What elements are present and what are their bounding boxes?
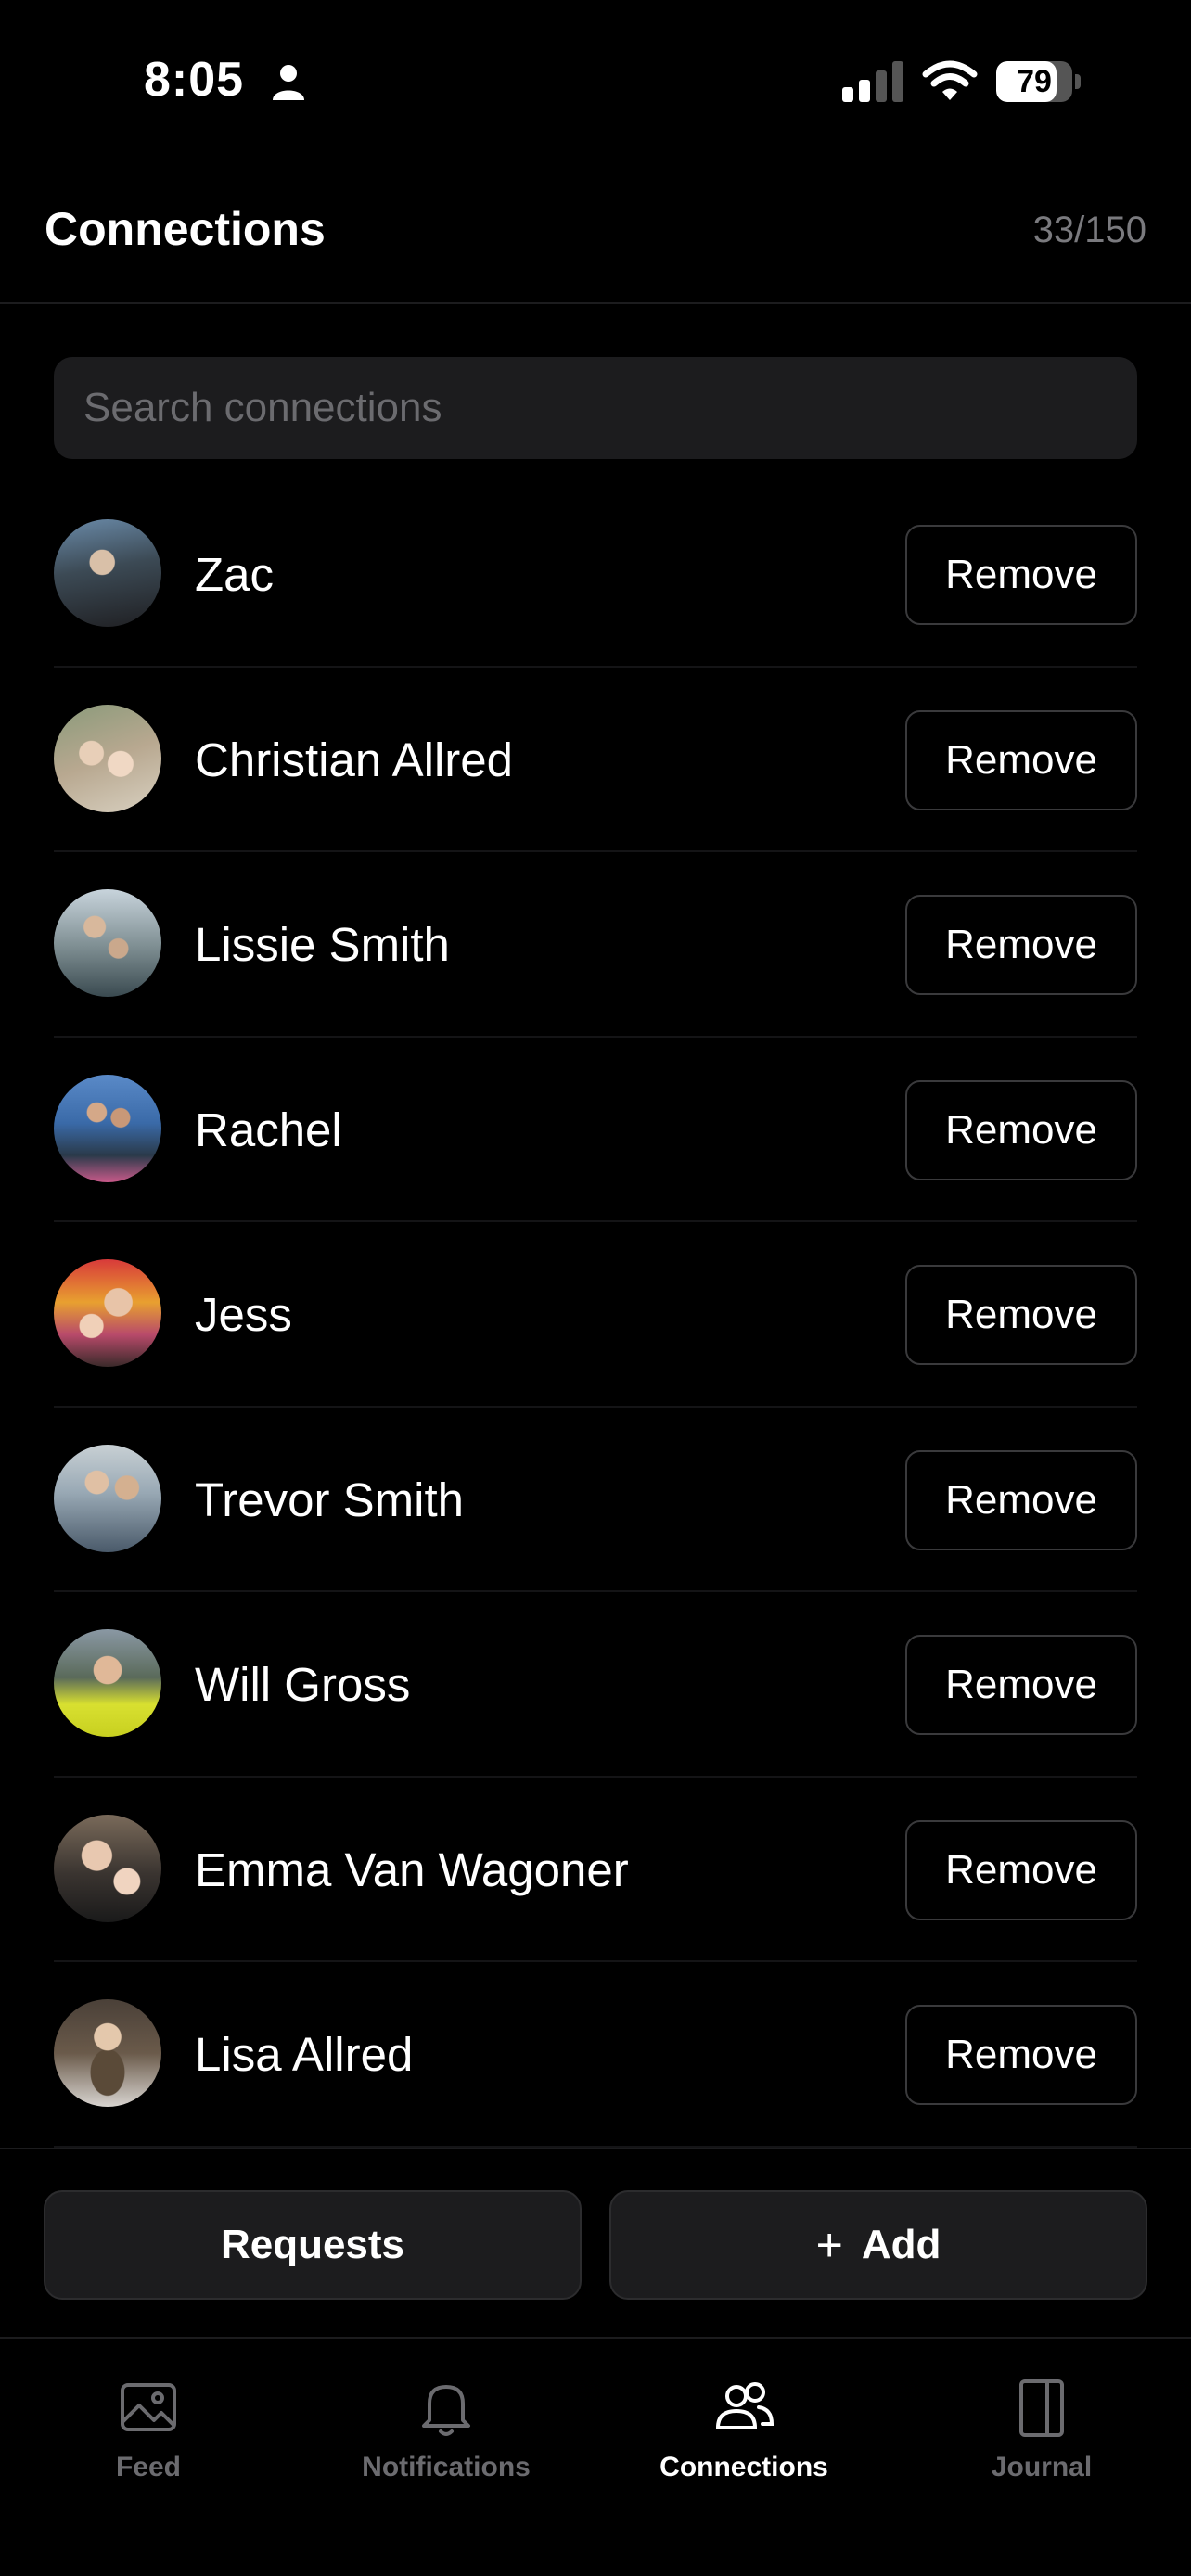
tab-label: Feed bbox=[115, 2452, 182, 2482]
journal-icon bbox=[1019, 2379, 1064, 2437]
search-input[interactable] bbox=[54, 357, 1137, 459]
remove-button[interactable]: Remove bbox=[905, 1265, 1137, 1365]
tab-label: Connections bbox=[660, 2452, 828, 2482]
tab-bar: Feed Notifications Connections Journal bbox=[0, 2337, 1191, 2576]
tab-journal[interactable]: Journal bbox=[921, 2374, 1162, 2513]
avatar[interactable] bbox=[54, 519, 161, 627]
avatar[interactable] bbox=[54, 704, 161, 812]
avatar[interactable] bbox=[54, 1629, 161, 1737]
header: Connections 33/150 bbox=[0, 176, 1191, 304]
connection-name[interactable]: Zac bbox=[195, 547, 274, 602]
connection-row: Emma Van Wagoner Remove bbox=[54, 1778, 1137, 1962]
connection-row: Jess Remove bbox=[54, 1222, 1137, 1408]
tab-label: Journal bbox=[991, 2452, 1093, 2482]
connection-name[interactable]: Will Gross bbox=[195, 1657, 410, 1712]
status-time: 8:05 bbox=[144, 53, 245, 107]
remove-button[interactable]: Remove bbox=[905, 1079, 1137, 1180]
connection-name[interactable]: Rachel bbox=[195, 1103, 342, 1157]
add-label: Add bbox=[861, 2222, 941, 2267]
connection-row: Christian Allred Remove bbox=[54, 668, 1137, 852]
tab-connections[interactable]: Connections bbox=[623, 2374, 864, 2513]
wifi-icon bbox=[922, 60, 978, 100]
connection-row: Zac Remove bbox=[54, 482, 1137, 668]
people-icon bbox=[715, 2382, 775, 2429]
bottom-actions: Requests + Add bbox=[0, 2148, 1191, 2337]
connection-count: 33/150 bbox=[1032, 210, 1146, 250]
connection-name[interactable]: Emma Van Wagoner bbox=[195, 1843, 629, 1897]
remove-button[interactable]: Remove bbox=[905, 895, 1137, 995]
image-icon bbox=[121, 2383, 176, 2431]
signal-icon bbox=[842, 61, 903, 102]
remove-button[interactable]: Remove bbox=[905, 2005, 1137, 2105]
tab-notifications[interactable]: Notifications bbox=[326, 2374, 567, 2513]
remove-button[interactable]: Remove bbox=[905, 709, 1137, 810]
plus-icon: + bbox=[815, 2219, 843, 2271]
connection-name[interactable]: Lissie Smith bbox=[195, 917, 450, 972]
connections-list: Zac Remove Christian Allred Remove Lissi… bbox=[54, 482, 1137, 2148]
battery-icon: 79 bbox=[996, 61, 1082, 102]
requests-button[interactable]: Requests bbox=[44, 2190, 582, 2300]
avatar[interactable] bbox=[54, 889, 161, 997]
connection-row: Lisa Allred Remove bbox=[54, 1962, 1137, 2148]
connection-name[interactable]: Jess bbox=[195, 1287, 292, 1342]
remove-button[interactable]: Remove bbox=[905, 1819, 1137, 1920]
connection-name[interactable]: Lisa Allred bbox=[195, 2027, 413, 2082]
status-bar: 8:05 79 bbox=[0, 0, 1191, 158]
connection-row: Trevor Smith Remove bbox=[54, 1408, 1137, 1592]
remove-button[interactable]: Remove bbox=[905, 525, 1137, 625]
tab-label: Notifications bbox=[362, 2452, 531, 2482]
connection-name[interactable]: Christian Allred bbox=[195, 733, 513, 787]
requests-label: Requests bbox=[220, 2222, 405, 2267]
connection-name[interactable]: Trevor Smith bbox=[195, 1473, 464, 1527]
connection-row: Rachel Remove bbox=[54, 1038, 1137, 1222]
connection-row: Will Gross Remove bbox=[54, 1592, 1137, 1778]
remove-button[interactable]: Remove bbox=[905, 1449, 1137, 1550]
tab-feed[interactable]: Feed bbox=[28, 2374, 269, 2513]
add-button[interactable]: + Add bbox=[609, 2190, 1147, 2300]
page-title: Connections bbox=[45, 203, 326, 255]
avatar[interactable] bbox=[54, 1259, 161, 1367]
avatar[interactable] bbox=[54, 1814, 161, 1922]
battery-percent: 79 bbox=[1017, 64, 1052, 99]
avatar[interactable] bbox=[54, 1074, 161, 1182]
avatar[interactable] bbox=[54, 1999, 161, 2107]
connection-row: Lissie Smith Remove bbox=[54, 852, 1137, 1038]
search-bar[interactable] bbox=[54, 357, 1137, 459]
avatar[interactable] bbox=[54, 1444, 161, 1552]
remove-button[interactable]: Remove bbox=[905, 1635, 1137, 1735]
person-icon bbox=[273, 65, 304, 100]
bell-icon bbox=[422, 2385, 470, 2436]
